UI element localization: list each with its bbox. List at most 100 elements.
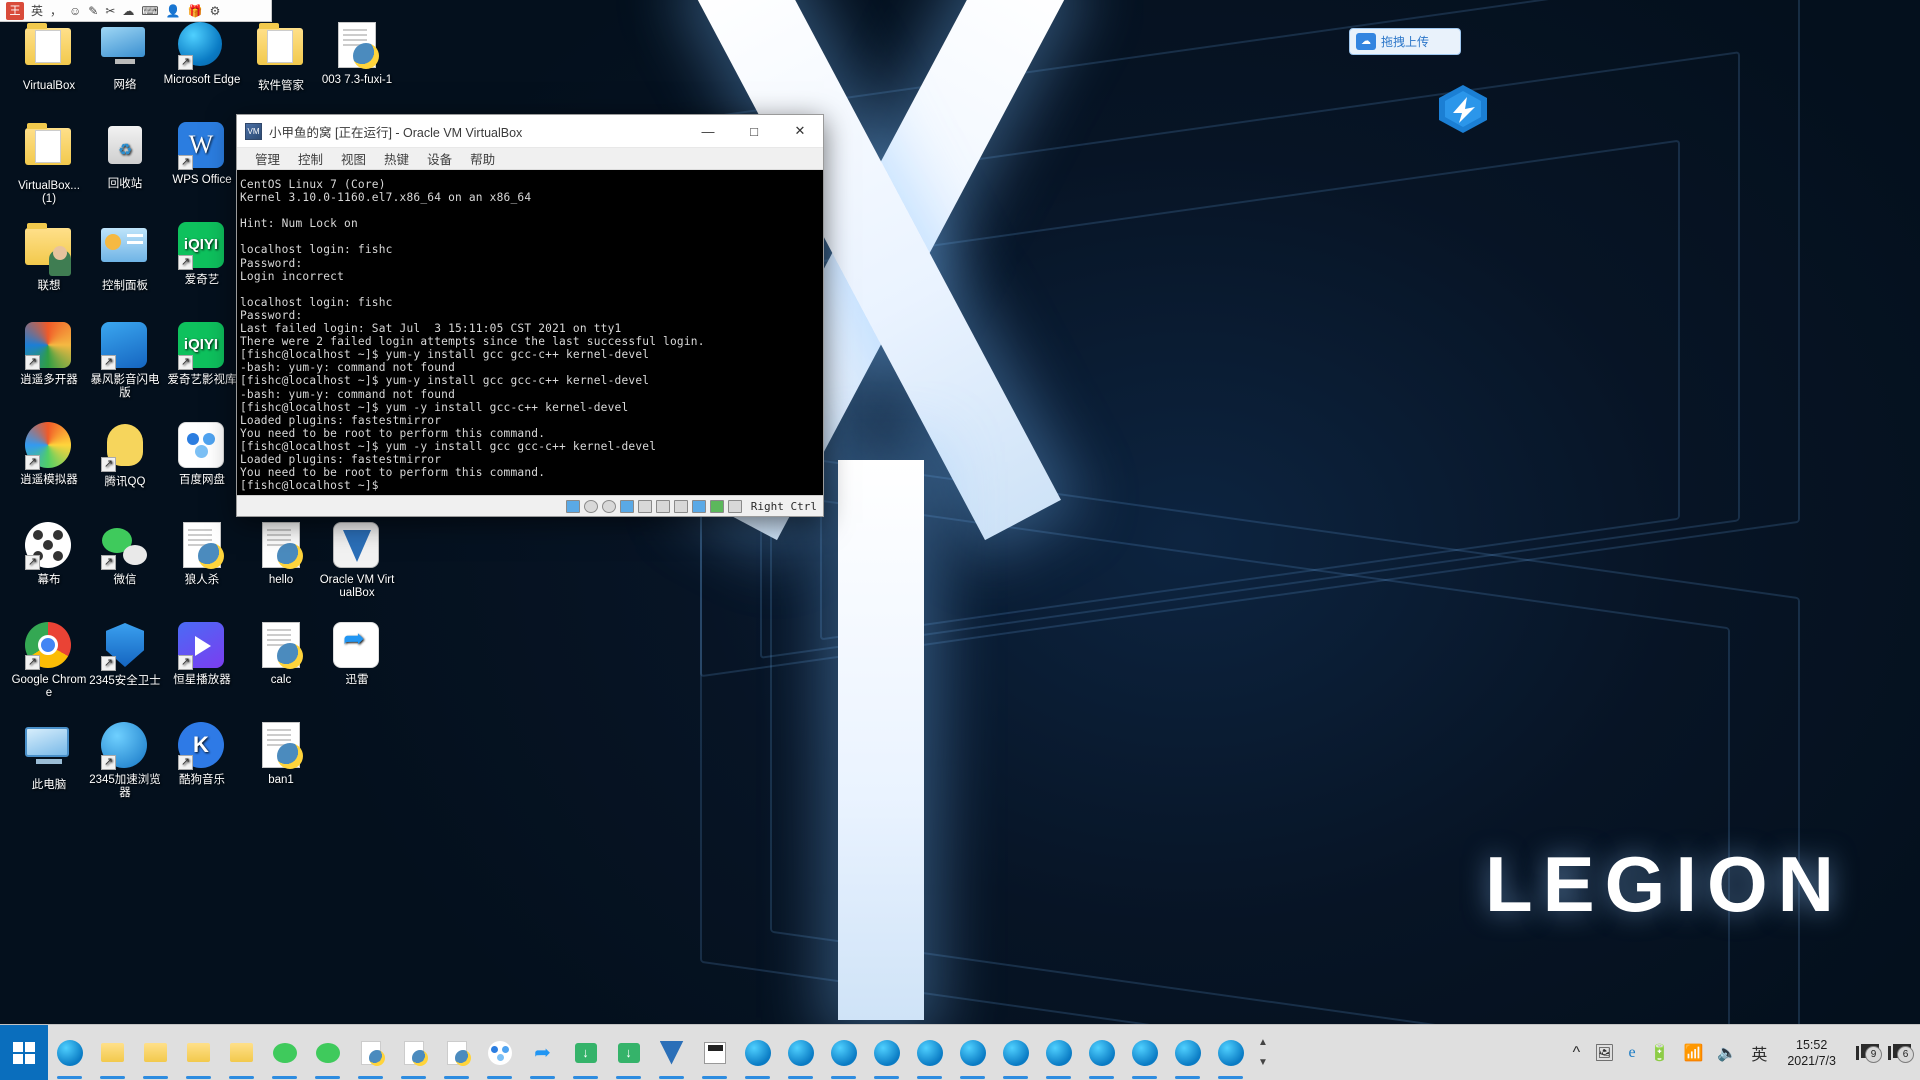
windows-taskbar[interactable]: ➦ ↓ ↓ ▲ ▼ ^ 🖼 e 🔋 📶 🔈 英 15:52 2021/7/3 9 6 (0, 1024, 1920, 1080)
taskbar-item-baidu-netdisk[interactable] (478, 1025, 521, 1080)
vm-status-bar[interactable]: Right Ctrl (237, 495, 823, 516)
drag-upload-badge[interactable]: ☁ 拖拽上传 (1349, 28, 1461, 55)
desktop-icon-iqiyi[interactable]: iQIYI ↗ 爱奇艺 (163, 222, 241, 287)
gear-icon[interactable]: ⚙ (210, 4, 221, 18)
edge-icon[interactable]: e (1628, 1044, 1635, 1062)
network-icon[interactable] (619, 499, 634, 513)
hard-disk-icon[interactable] (565, 499, 580, 513)
desktop-icon-vbox[interactable]: Oracle VM VirtualBox (318, 522, 396, 600)
floppy-icon[interactable] (601, 499, 616, 513)
taskbar-item-wechat-2[interactable] (306, 1025, 349, 1080)
start-button[interactable] (0, 1024, 48, 1080)
scroll-down-icon[interactable]: ▼ (1258, 1057, 1268, 1068)
taskbar-item-explorer-3[interactable] (177, 1025, 220, 1080)
desktop-icon-pydoc[interactable]: calc (242, 622, 320, 687)
taskbar-item-edge-win-2[interactable] (779, 1025, 822, 1080)
taskbar-item-wechat-1[interactable] (263, 1025, 306, 1080)
desktop-icon-baidu[interactable]: 百度网盘 (163, 422, 241, 487)
optical-disk-icon[interactable] (583, 499, 598, 513)
desktop-icon-pydoc[interactable]: 狼人杀 (163, 522, 241, 587)
desktop-icon-chrome[interactable]: ↗ Google Chrome (10, 622, 88, 700)
gift-icon[interactable]: 🎁 (188, 4, 203, 18)
virtualbox-vm-window[interactable]: VM 小甲鱼的窝 [正在运行] - Oracle VM VirtualBox —… (236, 114, 824, 517)
desktop-icon-iqiyi[interactable]: iQIYI ↗ 爱奇艺影视库 (163, 322, 241, 387)
taskbar-item-thunder[interactable]: ➦ (521, 1025, 564, 1080)
close-button[interactable]: ✕ (777, 115, 823, 147)
wifi-icon[interactable]: 📶 (1683, 1043, 1703, 1063)
taskbar-item-edge-win-7[interactable] (994, 1025, 1037, 1080)
taskbar-item-downloader-1[interactable]: ↓ (564, 1025, 607, 1080)
desktop-icon-browser2345[interactable]: ↗ 2345加速浏览器 (86, 722, 164, 800)
taskbar-item-vbox-vm[interactable] (693, 1025, 736, 1080)
menu-bar[interactable]: 管理 控制 视图 热键 设备 帮助 (237, 148, 823, 170)
clock[interactable]: 15:52 2021/7/3 (1781, 1037, 1842, 1069)
notification-badge-left[interactable]: 9 (1856, 1041, 1882, 1063)
maximize-button[interactable]: □ (731, 115, 777, 147)
ime-icon[interactable]: 英 (1751, 1041, 1767, 1065)
desktop-icon-wps[interactable]: W ↗ WPS Office (163, 122, 241, 187)
desktop-icon-pydoc[interactable]: 003 7.3-fuxi-1 (318, 22, 396, 87)
usb-icon[interactable] (637, 499, 652, 513)
taskbar-item-explorer-1[interactable] (91, 1025, 134, 1080)
vm-terminal-screen[interactable]: CentOS Linux 7 (Core) Kernel 3.10.0-1160… (237, 170, 823, 495)
taskbar-item-edge-win-1[interactable] (736, 1025, 779, 1080)
desktop-icon-thunder[interactable]: ➦ 迅雷 (318, 622, 396, 687)
desktop-icon-kugou[interactable]: K ↗ 酷狗音乐 (163, 722, 241, 787)
taskbar-item-edge-win-10[interactable] (1123, 1025, 1166, 1080)
screenshot-icon[interactable]: 🖼 (1594, 1043, 1614, 1063)
taskbar-item-edge-win-11[interactable] (1166, 1025, 1209, 1080)
taskbar-item-edge-win-4[interactable] (865, 1025, 908, 1080)
punctuation-icon[interactable]: ， (50, 2, 62, 19)
ime-mode-label[interactable]: 英 (31, 2, 43, 19)
ime-toolbar[interactable]: 王 英 ， ☺ ✎ ✂ ☁ ⌨ 👤 🎁 ⚙ (0, 0, 272, 22)
desktop-icon-thispc[interactable]: 此电脑 (10, 722, 88, 792)
desktop-icon-wechat[interactable]: ↗ 微信 (86, 522, 164, 587)
menu-item-5[interactable]: 帮助 (461, 147, 504, 170)
taskbar-item-explorer-2[interactable] (134, 1025, 177, 1080)
user-icon[interactable]: 👤 (166, 4, 181, 18)
menu-item-0[interactable]: 管理 (246, 147, 289, 170)
desktop-icon-folder[interactable]: VirtualBox... (1) (10, 122, 88, 206)
system-tray[interactable]: ^ 🖼 e 🔋 📶 🔈 英 15:52 2021/7/3 9 6 (1573, 1025, 1920, 1080)
taskbar-item-downloader-2[interactable]: ↓ (607, 1025, 650, 1080)
scissors-icon[interactable]: ✂ (105, 4, 115, 18)
mouse-icon[interactable] (709, 499, 724, 513)
notification-badge-right[interactable]: 6 (1888, 1041, 1914, 1063)
scroll-up-icon[interactable]: ▲ (1258, 1037, 1268, 1048)
taskbar-item-edge-win-12[interactable] (1209, 1025, 1252, 1080)
desktop-icon-xiaoyao2[interactable]: ↗ 逍遥模拟器 (10, 422, 88, 487)
taskbar-scroll-arrows[interactable]: ▲ ▼ (1252, 1025, 1274, 1080)
taskbar-item-edge-win-8[interactable] (1037, 1025, 1080, 1080)
taskbar-item-edge-win-9[interactable] (1080, 1025, 1123, 1080)
window-titlebar[interactable]: VM 小甲鱼的窝 [正在运行] - Oracle VM VirtualBox —… (237, 115, 823, 148)
taskbar-item-explorer-4[interactable] (220, 1025, 263, 1080)
menu-item-1[interactable]: 控制 (289, 147, 332, 170)
recording-icon[interactable] (691, 499, 706, 513)
menu-item-4[interactable]: 设备 (418, 147, 461, 170)
desktop-icon-player[interactable]: ↗ 恒星播放器 (163, 622, 241, 687)
taskbar-item-edge[interactable] (48, 1025, 91, 1080)
menu-item-3[interactable]: 热键 (375, 147, 418, 170)
desktop-icon-shield[interactable]: ↗ 2345安全卫士 (86, 622, 164, 688)
desktop-icon-qq[interactable]: ↗ 腾讯QQ (86, 422, 164, 489)
display-icon[interactable] (673, 499, 688, 513)
shared-folder-icon[interactable] (655, 499, 670, 513)
minimize-button[interactable]: — (685, 115, 731, 147)
menu-item-2[interactable]: 视图 (332, 147, 375, 170)
desktop-icon-folder[interactable]: 软件管家 (242, 22, 320, 93)
taskbar-item-python-3[interactable] (435, 1025, 478, 1080)
taskbar-item-edge-win-5[interactable] (908, 1025, 951, 1080)
desktop-icon-recycle[interactable]: ♻ 回收站 (86, 122, 164, 191)
desktop-icon-pydoc[interactable]: ban1 (242, 722, 320, 787)
emoji-icon[interactable]: ☺ (69, 4, 81, 18)
desktop-icon-control-panel[interactable]: 控制面板 (86, 222, 164, 293)
taskbar-item-python-1[interactable] (349, 1025, 392, 1080)
desktop-icon-mubu[interactable]: ↗ 幕布 (10, 522, 88, 587)
desktop-icon-xiaoyao[interactable]: ↗ 逍遥多开器 (10, 322, 88, 387)
battery-icon[interactable]: 🔋 (1650, 1043, 1670, 1063)
desktop-icon-baofeng[interactable]: ↗ 暴风影音闪电版 (86, 322, 164, 400)
taskbar-item-edge-win-3[interactable] (822, 1025, 865, 1080)
desktop-icon-edge[interactable]: ↗ Microsoft Edge (163, 22, 241, 87)
ime-logo-icon[interactable]: 王 (6, 1, 24, 20)
keyboard-icon[interactable] (727, 499, 742, 513)
